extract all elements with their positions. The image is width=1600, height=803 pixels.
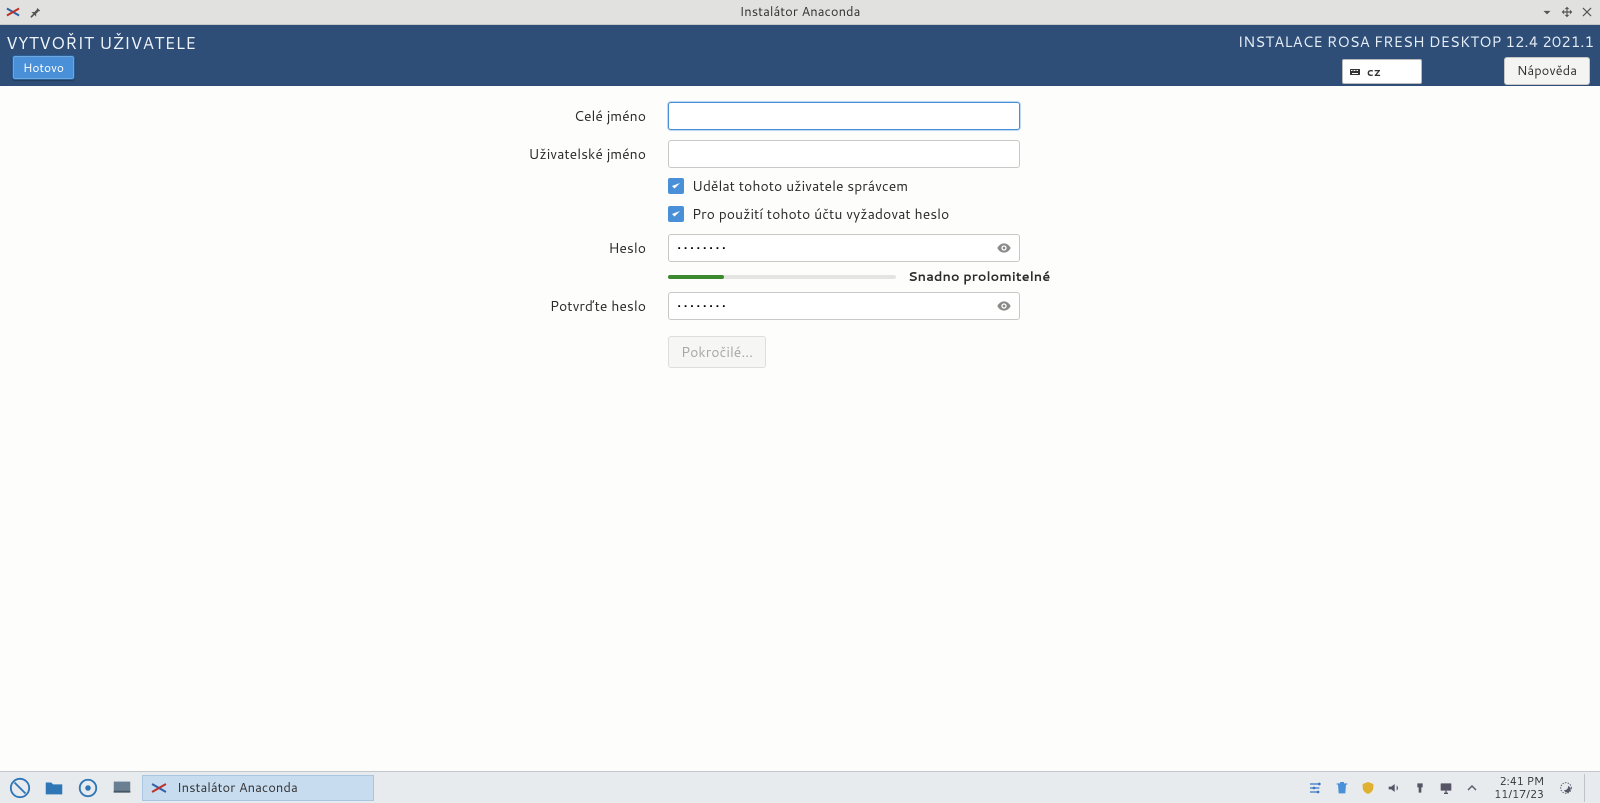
- admin-checkbox-label[interactable]: Udělat tohoto uživatele správcem: [692, 176, 908, 196]
- require-password-checkbox-label[interactable]: Pro použití tohoto účtu vyžadovat heslo: [692, 204, 949, 224]
- done-button[interactable]: Hotovo: [12, 55, 75, 80]
- tray-volume-icon[interactable]: [1386, 780, 1402, 796]
- user-form: Celé jméno Uživatelské jméno Udělat toho…: [0, 86, 1600, 368]
- launcher-browser[interactable]: [74, 774, 102, 802]
- taskbar: Instalátor Anaconda 2:41 PM 11/17/23: [0, 771, 1600, 803]
- full-name-label: Celé jméno: [0, 106, 646, 126]
- page-title: VYTVOŘIT UŽIVATELE: [6, 31, 196, 55]
- taskbar-clock[interactable]: 2:41 PM 11/17/23: [1490, 775, 1548, 799]
- password-strength-fill: [668, 275, 724, 279]
- check-icon: [670, 208, 682, 220]
- keyboard-layout-code: cz: [1367, 63, 1381, 80]
- maximize-icon[interactable]: [1560, 5, 1574, 19]
- app-x-icon: [6, 5, 20, 19]
- tray-trash-icon[interactable]: [1334, 780, 1350, 796]
- advanced-button[interactable]: Pokročilé…: [668, 336, 766, 368]
- launcher-menu[interactable]: [6, 774, 34, 802]
- admin-checkbox[interactable]: [668, 178, 684, 194]
- tray-shield-icon[interactable]: [1360, 780, 1376, 796]
- app-x-icon: [151, 780, 167, 796]
- product-label: INSTALACE ROSA FRESH DESKTOP 12.4 2021.1: [1238, 31, 1594, 52]
- taskbar-task-title: Instalátor Anaconda: [177, 779, 298, 797]
- minimize-icon[interactable]: [1540, 5, 1554, 19]
- tray-night-icon[interactable]: [1558, 780, 1574, 796]
- password-strength-bar: [668, 275, 896, 279]
- pin-icon[interactable]: [28, 5, 42, 19]
- eye-icon[interactable]: [996, 298, 1012, 314]
- anaconda-header: VYTVOŘIT UŽIVATELE Hotovo INSTALACE ROSA…: [0, 25, 1600, 86]
- username-field[interactable]: [668, 140, 1020, 168]
- main-area: Celé jméno Uživatelské jméno Udělat toho…: [0, 86, 1600, 771]
- tray-network-icon[interactable]: [1438, 780, 1454, 796]
- close-icon[interactable]: [1580, 5, 1594, 19]
- desktop-peek[interactable]: [1584, 774, 1592, 802]
- check-icon: [670, 180, 682, 192]
- password-field[interactable]: [668, 234, 1020, 262]
- full-name-field[interactable]: [668, 102, 1020, 130]
- tray-usb-icon[interactable]: [1412, 780, 1428, 796]
- require-password-checkbox[interactable]: [668, 206, 684, 222]
- tray-chevron-up-icon[interactable]: [1464, 780, 1480, 796]
- eye-icon[interactable]: [996, 240, 1012, 256]
- launcher-files[interactable]: [40, 774, 68, 802]
- confirm-password-label: Potvrďte heslo: [0, 296, 646, 316]
- show-desktop[interactable]: [108, 774, 136, 802]
- window-title: Instalátor Anaconda: [740, 3, 861, 21]
- password-strength-label: Snadno prolomitelné: [908, 268, 1050, 286]
- keyboard-icon: [1349, 66, 1361, 78]
- keyboard-layout-indicator[interactable]: cz: [1342, 59, 1422, 84]
- password-label: Heslo: [0, 238, 646, 258]
- tray-settings-icon[interactable]: [1308, 780, 1324, 796]
- help-button[interactable]: Nápověda: [1504, 57, 1590, 85]
- clock-date: 11/17/23: [1494, 788, 1544, 800]
- titlebar-right-controls: [1540, 5, 1600, 19]
- window-titlebar: Instalátor Anaconda: [0, 0, 1600, 25]
- confirm-password-field[interactable]: [668, 292, 1020, 320]
- taskbar-launchers: [0, 774, 136, 802]
- taskbar-task-active[interactable]: Instalátor Anaconda: [142, 775, 374, 801]
- system-tray: 2:41 PM 11/17/23: [1308, 774, 1600, 802]
- username-label: Uživatelské jméno: [0, 144, 646, 164]
- titlebar-left: [0, 5, 42, 19]
